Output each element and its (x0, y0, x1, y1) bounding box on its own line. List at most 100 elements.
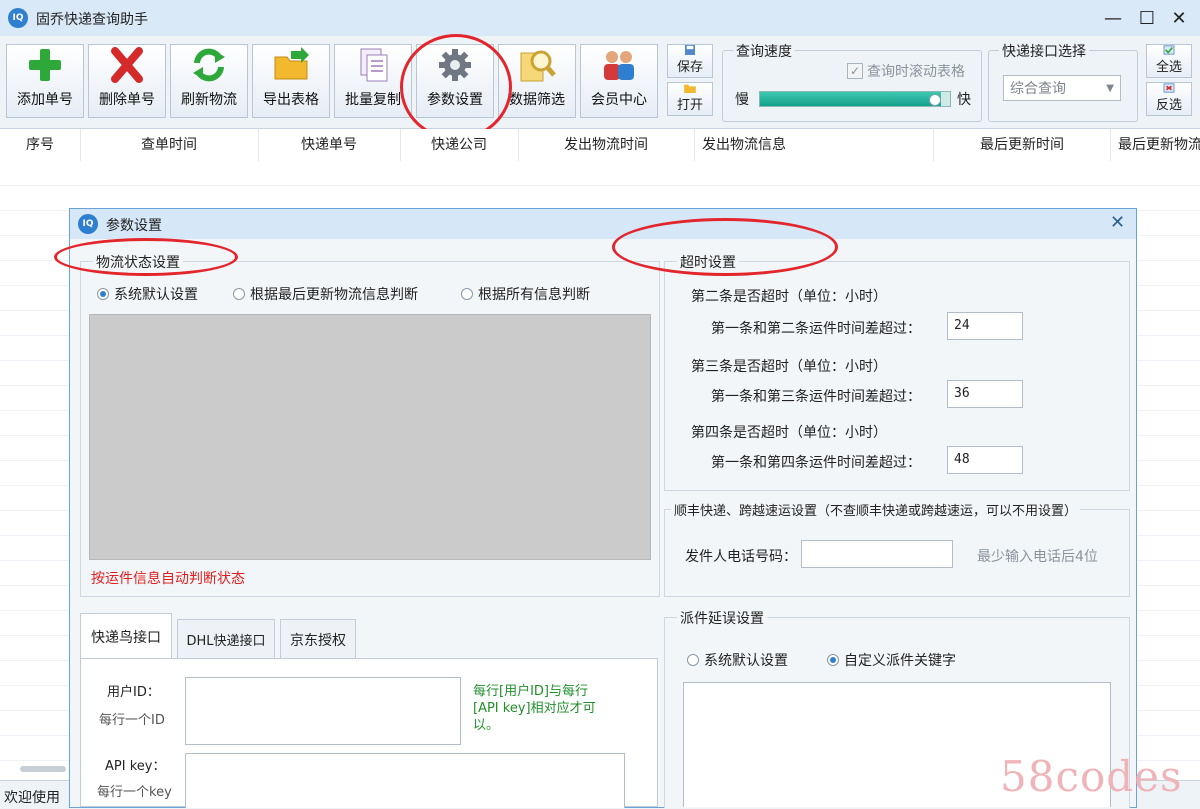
plus-icon (29, 49, 61, 81)
api-key-sub: 每行一个key (97, 785, 172, 800)
member-center-button[interactable]: 会员中心 (580, 44, 658, 118)
chevron-down-icon: ▼ (1106, 82, 1114, 94)
tab-kdn[interactable]: 快递鸟接口 (80, 613, 172, 659)
select-all-button[interactable]: 全选 (1146, 44, 1192, 78)
speed-slider[interactable] (759, 91, 951, 107)
timeout-heading-2: 第二条是否超时（单位：小时） (691, 289, 887, 305)
dialog-title: 参数设置 (106, 218, 162, 234)
column-header[interactable]: 快递公司 (400, 129, 519, 161)
delivery-delay-title: 派件延误设置 (677, 608, 767, 628)
kdn-note: 每行[用户ID]与每行[API key]相对应才可以。 (473, 684, 596, 733)
select-all-icon (1163, 45, 1175, 55)
scroll-table-checkbox[interactable]: ✓ 查询时滚动表格 (847, 61, 965, 81)
title-bar: IQ 固乔快递查询助手 — ☐ ✕ (0, 0, 1200, 36)
column-header[interactable]: 发出物流信息 (694, 129, 934, 161)
column-header[interactable]: 查单时间 (80, 129, 259, 161)
invert-selection-button[interactable]: 反选 (1146, 82, 1192, 116)
window-title: 固乔快递查询助手 (36, 12, 148, 28)
timeout-heading-4: 第四条是否超时（单位：小时） (691, 425, 887, 441)
timeout-settings-group: 超时设置 第二条是否超时（单位：小时） 第一条和第二条运件时间差超过： 24 第… (664, 252, 1130, 491)
copy-icon (360, 48, 388, 82)
sf-settings-title: 顺丰快递、跨越速运设置（不查顺丰快递或跨越速运，可以不用设置） (671, 500, 1081, 519)
watermark: 58codes (1000, 752, 1183, 801)
dialog-logo-icon: IQ (78, 214, 98, 234)
radio-system-default[interactable]: 系统默认设置 (97, 284, 198, 304)
speed-slow-label: 慢 (735, 92, 749, 108)
radio-unselected-icon (233, 288, 245, 300)
timeout-input-4[interactable]: 48 (947, 446, 1023, 474)
timeout-input-2[interactable]: 24 (947, 312, 1023, 340)
kdn-tab-panel: 用户ID： 每行一个ID 每行[用户ID]与每行[API key]相对应才可以。… (80, 658, 658, 808)
radio-delay-default[interactable]: 系统默认设置 (687, 650, 788, 670)
api-key-textarea[interactable] (185, 753, 625, 808)
status-text: 欢迎使用 (4, 790, 60, 806)
sender-phone-hint: 最少输入电话后4位 (977, 549, 1098, 565)
magnifier-icon (520, 50, 556, 82)
settings-dialog: IQ 参数设置 ✕ 物流状态设置 系统默认设置 根据最后更新物流信息判断 根据所… (69, 208, 1137, 808)
folder-open-icon (684, 84, 696, 93)
add-tracking-button[interactable]: 添加单号 (6, 44, 84, 118)
speed-fast-label: 快 (957, 92, 971, 108)
minimize-icon[interactable]: — (1100, 6, 1126, 30)
close-icon[interactable]: ✕ (1166, 6, 1192, 30)
annotation-circle-logistics (54, 238, 238, 276)
auto-judge-note: 按运件信息自动判断状态 (91, 571, 245, 587)
dialog-title-bar: IQ 参数设置 ✕ (70, 209, 1136, 239)
annotation-circle-timeout (612, 218, 838, 276)
radio-unselected-icon (461, 288, 473, 300)
timeout-heading-3: 第三条是否超时（单位：小时） (691, 359, 887, 375)
query-speed-title: 查询速度 (733, 41, 795, 61)
open-button[interactable]: 打开 (667, 82, 713, 116)
sf-settings-group: 顺丰快递、跨越速运设置（不查顺丰快递或跨越速运，可以不用设置） 发件人电话号码：… (664, 500, 1130, 597)
logistics-status-group: 物流状态设置 系统默认设置 根据最后更新物流信息判断 根据所有信息判断 按运件信… (80, 252, 660, 597)
users-icon (604, 51, 634, 80)
delete-tracking-button[interactable]: 删除单号 (88, 44, 166, 118)
dialog-close-icon[interactable]: ✕ (1110, 212, 1125, 233)
user-id-textarea[interactable] (185, 677, 461, 745)
status-rules-area[interactable] (89, 314, 651, 560)
column-header[interactable]: 最后更新物流 (1110, 129, 1200, 161)
column-header[interactable]: 序号 (0, 129, 81, 161)
floppy-icon (685, 45, 695, 55)
radio-last-update[interactable]: 根据最后更新物流信息判断 (233, 284, 418, 304)
query-speed-group: 查询速度 ✓ 查询时滚动表格 慢 快 (722, 41, 982, 122)
interface-select-title: 快递接口选择 (999, 41, 1089, 61)
speed-slider-fill (760, 92, 941, 106)
radio-all-info[interactable]: 根据所有信息判断 (461, 284, 590, 304)
column-header[interactable]: 快递单号 (258, 129, 401, 161)
radio-selected-icon (827, 654, 839, 666)
interface-select-group: 快递接口选择 综合查询 ▼ (988, 41, 1138, 122)
user-id-sub: 每行一个ID (99, 713, 165, 728)
table-header: 序号 查单时间 快递单号 快递公司 发出物流时间 发出物流信息 最后更新时间 最… (0, 129, 1200, 162)
sender-phone-label: 发件人电话号码： (685, 549, 797, 565)
column-header[interactable]: 最后更新时间 (934, 129, 1111, 161)
maximize-icon[interactable]: ☐ (1134, 6, 1160, 30)
annotation-circle-settings (400, 34, 512, 140)
timeout-input-3[interactable]: 36 (947, 380, 1023, 408)
refresh-icon (193, 48, 225, 82)
horizontal-scrollbar[interactable] (20, 766, 66, 772)
api-key-label: API key： (105, 759, 166, 774)
tab-dhl[interactable]: DHL快递接口 (177, 619, 275, 659)
timeout-label-3: 第一条和第三条运件时间差超过： (711, 389, 921, 405)
save-button[interactable]: 保存 (667, 44, 713, 78)
timeout-label-2: 第一条和第二条运件时间差超过： (711, 321, 921, 337)
checkbox-checked-icon: ✓ (847, 63, 863, 79)
radio-delay-custom[interactable]: 自定义派件关键字 (827, 650, 956, 670)
user-id-label: 用户ID： (107, 685, 160, 700)
export-table-button[interactable]: 导出表格 (252, 44, 330, 118)
radio-selected-icon (97, 288, 109, 300)
tab-jd[interactable]: 京东授权 (280, 619, 356, 659)
interface-select[interactable]: 综合查询 ▼ (1003, 75, 1121, 101)
radio-unselected-icon (687, 654, 699, 666)
app-logo-icon: IQ (8, 8, 28, 28)
invert-selection-icon (1163, 83, 1175, 93)
timeout-label-4: 第一条和第四条运件时间差超过： (711, 455, 921, 471)
toolbar: 添加单号 删除单号 刷新物流 导出表格 批量复制 参数设置 数据筛选 会员中心 … (0, 36, 1200, 129)
column-header[interactable]: 发出物流时间 (518, 129, 695, 161)
folder-export-icon (274, 47, 309, 80)
sender-phone-input[interactable] (801, 540, 953, 568)
delete-x-icon (111, 47, 143, 83)
refresh-logistics-button[interactable]: 刷新物流 (170, 44, 248, 118)
speed-slider-thumb[interactable] (928, 94, 941, 106)
